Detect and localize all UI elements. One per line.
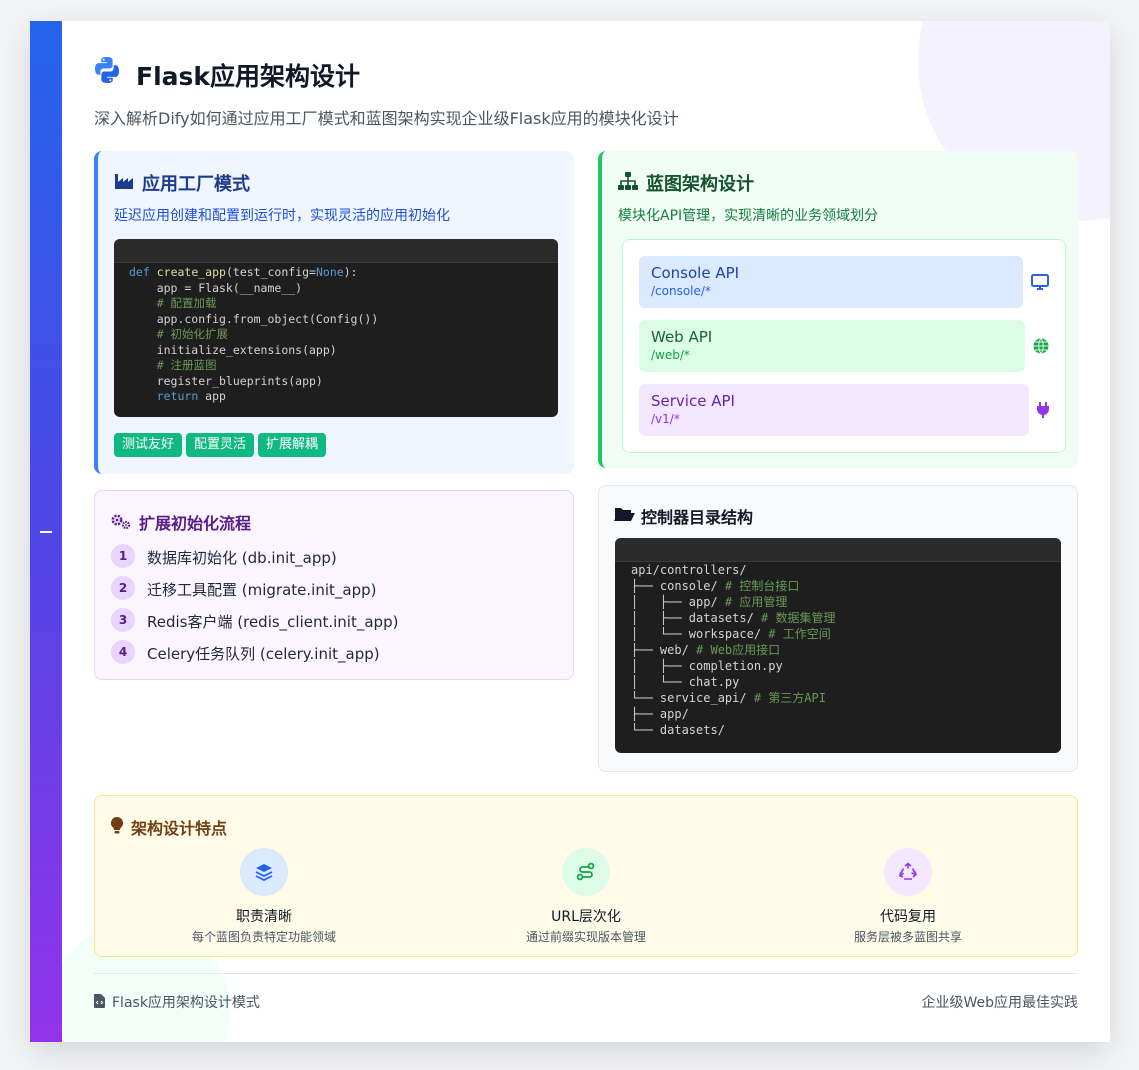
tree-line: │ └── workspace/ # 工作空间 [631, 627, 831, 641]
step-text: Celery任务队列 (celery.init_app) [147, 645, 380, 663]
tree-line: api/controllers/ [631, 563, 747, 577]
controllers-panel: 控制器目录结构 api/controllers/ ├── console/ # … [598, 485, 1078, 772]
tree-line: │ ├── app/ # 应用管理 [631, 595, 788, 609]
tree-line: ├── web/ # Web应用接口 [631, 643, 781, 657]
factory-icon [115, 174, 133, 189]
api-console-path: /console/* [651, 284, 711, 298]
sitemap-icon [618, 172, 638, 190]
factory-desc: 延迟应用创建和配置到运行时，实现灵活的应用初始化 [114, 208, 450, 224]
footer-left: Flask应用架构设计模式 [112, 995, 260, 1011]
feature-icon-circle [240, 848, 288, 896]
features-panel: 架构设计特点 职责清晰 每个蓝图负责特定功能领域 URL层次化 通过前缀实现版本 [94, 795, 1078, 957]
globe-icon [1033, 338, 1049, 354]
controllers-title: 控制器目录结构 [641, 508, 754, 527]
tree-line: │ └── chat.py [631, 675, 740, 689]
factory-code: def create_app(test_config=None): app = … [129, 265, 379, 403]
desktop-icon [1031, 274, 1049, 290]
api-web-path: /web/* [651, 348, 690, 362]
api-web-name: Web API [651, 328, 713, 346]
file-code-icon [94, 994, 105, 1008]
step-number: 2 [111, 576, 135, 600]
factory-code-block: def create_app(test_config=None): app = … [114, 239, 558, 417]
tree-line: ├── console/ # 控制台接口 [631, 579, 800, 593]
factory-title: 应用工厂模式 [142, 174, 250, 195]
controllers-tree-block: api/controllers/ ├── console/ # 控制台接口 │ … [615, 538, 1061, 753]
feature-title: 职责清晰 [236, 909, 292, 925]
python-icon [95, 57, 119, 83]
step-text: 迁移工具配置 (migrate.init_app) [147, 581, 377, 599]
extensions-title: 扩展初始化流程 [139, 514, 252, 533]
api-web: Web API /web/* [639, 320, 1025, 372]
feature-desc: 每个蓝图负责特定功能领域 [191, 930, 336, 944]
folder-open-icon [614, 508, 635, 521]
cogs-icon [111, 514, 131, 530]
step-text: 数据库初始化 (db.init_app) [147, 549, 337, 567]
tag-test-friendly: 测试友好 [114, 433, 183, 457]
factory-panel: 应用工厂模式 延迟应用创建和配置到运行时，实现灵活的应用初始化 def crea… [94, 151, 574, 474]
main-card: Flask应用架构设计 深入解析Dify如何通过应用工厂模式和蓝图架构实现企业级… [30, 21, 1110, 1042]
sidebar-dash [40, 531, 52, 533]
code-titlebar [114, 239, 558, 263]
api-list: Console API /console/* Web API /web/* Se… [622, 239, 1066, 453]
api-service-name: Service API [651, 392, 735, 410]
feature-item: 代码复用 服务层被多蓝图共享 [788, 848, 1028, 945]
feature-item: 职责清晰 每个蓝图负责特定功能领域 [144, 848, 384, 945]
sidebar-accent [30, 21, 62, 1042]
feature-title: URL层次化 [551, 909, 621, 925]
code-titlebar [615, 538, 1061, 562]
feature-title: 代码复用 [880, 909, 936, 925]
tag-decoupled-extensions: 扩展解耦 [258, 433, 327, 457]
tree-line: └── datasets/ [631, 723, 725, 737]
feature-desc: 服务层被多蓝图共享 [853, 930, 962, 944]
api-console-name: Console API [651, 264, 740, 282]
blueprint-panel: 蓝图架构设计 模块化API管理，实现清晰的业务领域划分 Console API … [598, 151, 1078, 468]
tree-line: └── service_api/ # 第三方API [631, 691, 826, 705]
feature-item: URL层次化 通过前缀实现版本管理 [466, 848, 706, 945]
page-title: Flask应用架构设计 [136, 62, 361, 91]
blueprint-desc: 模块化API管理，实现清晰的业务领域划分 [618, 208, 879, 224]
lightbulb-icon [111, 817, 123, 834]
step-number: 3 [111, 608, 135, 632]
plug-icon [1037, 402, 1049, 418]
route-icon [576, 862, 595, 881]
feature-icon-circle [884, 848, 932, 896]
api-service-path: /v1/* [651, 412, 680, 426]
page-subtitle: 深入解析Dify如何通过应用工厂模式和蓝图架构实现企业级Flask应用的模块化设… [94, 109, 679, 128]
directory-tree: api/controllers/ ├── console/ # 控制台接口 │ … [615, 562, 1061, 738]
features-title: 架构设计特点 [131, 819, 228, 838]
step-number: 4 [111, 640, 135, 664]
footer-right: 企业级Web应用最佳实践 [921, 995, 1078, 1011]
tree-line: │ ├── datasets/ # 数据集管理 [631, 611, 836, 625]
extensions-panel: 扩展初始化流程 1 数据库初始化 (db.init_app) 2 迁移工具配置 … [94, 490, 574, 680]
api-service: Service API /v1/* [639, 384, 1029, 436]
layers-icon [255, 864, 273, 882]
step-number: 1 [111, 544, 135, 568]
api-console: Console API /console/* [639, 256, 1023, 308]
tree-line: │ ├── completion.py [631, 659, 783, 673]
blueprint-title: 蓝图架构设计 [646, 174, 754, 195]
tag-flexible-config: 配置灵活 [186, 433, 255, 457]
recycle-icon [899, 862, 917, 880]
footer-divider [94, 973, 1078, 974]
feature-icon-circle [562, 848, 610, 896]
tree-line: ├── app/ [631, 707, 689, 721]
step-text: Redis客户端 (redis_client.init_app) [147, 613, 399, 631]
feature-desc: 通过前缀实现版本管理 [525, 930, 646, 944]
